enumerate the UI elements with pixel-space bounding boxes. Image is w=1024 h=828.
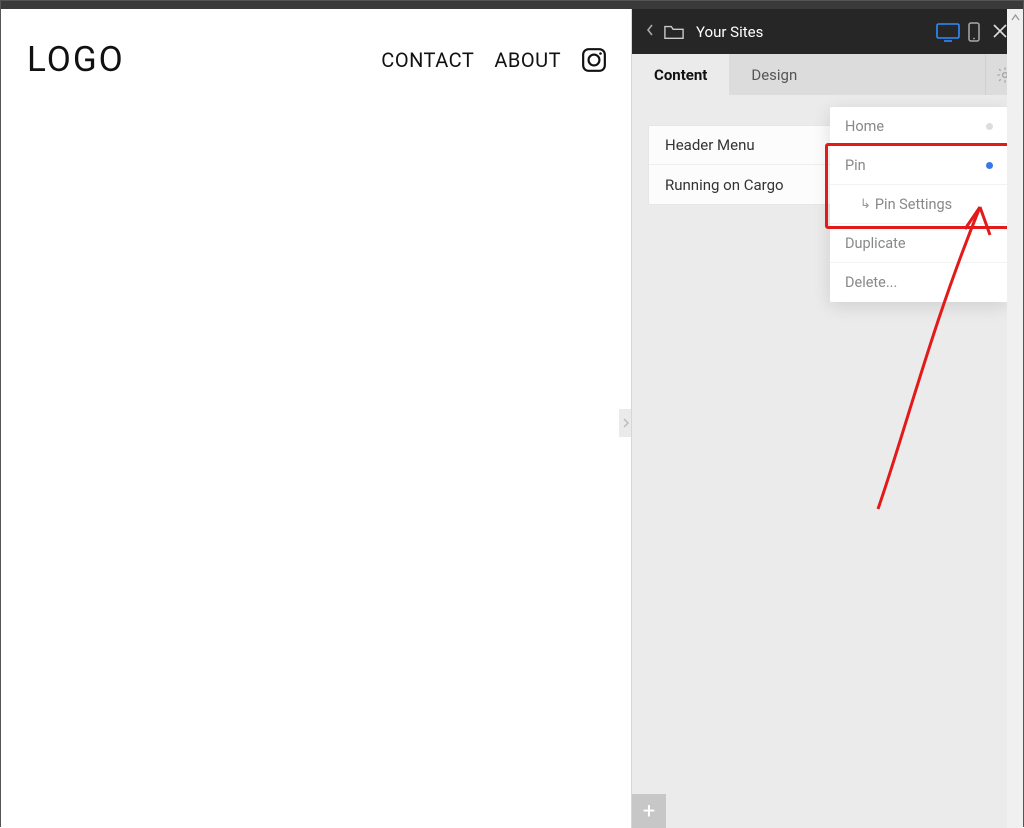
ctx-item-pin-settings[interactable]: ↳ Pin Settings xyxy=(830,185,1008,224)
admin-topbar: Your Sites xyxy=(632,9,1023,54)
ctx-label-delete: Delete... xyxy=(845,274,897,291)
tab-content[interactable]: Content xyxy=(632,54,729,95)
ctx-label-duplicate: Duplicate xyxy=(845,235,906,252)
scroll-up-icon[interactable] xyxy=(1007,9,1023,25)
site-header: LOGO CONTACT ABOUT xyxy=(1,9,633,80)
nav-link-about[interactable]: ABOUT xyxy=(494,48,561,72)
browser-tab-strip xyxy=(1,1,1023,9)
ctx-item-delete[interactable]: Delete... xyxy=(830,263,1008,302)
device-mobile-icon[interactable] xyxy=(967,22,981,42)
tab-design[interactable]: Design xyxy=(729,54,819,95)
site-logo[interactable]: LOGO xyxy=(27,39,125,80)
plus-icon: + xyxy=(643,799,655,824)
ctx-item-pin[interactable]: Pin xyxy=(830,146,1008,185)
ctx-label-pin: Pin xyxy=(845,157,866,174)
device-desktop-icon[interactable] xyxy=(935,22,961,42)
context-menu: Home Pin ↳ Pin Settings Duplicate Delete… xyxy=(830,107,1008,302)
ctx-item-duplicate[interactable]: Duplicate xyxy=(830,224,1008,263)
ctx-label-home: Home xyxy=(845,118,884,135)
admin-body: Header Menu Running on Cargo Home Pin ↳ … xyxy=(632,95,1023,221)
admin-panel: Your Sites Content Desig xyxy=(631,9,1023,828)
add-page-button[interactable]: + xyxy=(632,794,666,828)
breadcrumb-title[interactable]: Your Sites xyxy=(696,23,763,41)
folder-icon xyxy=(664,24,684,40)
status-dot-grey-icon xyxy=(986,123,993,130)
return-arrow-icon: ↳ xyxy=(860,197,871,212)
browser-scrollbar[interactable] xyxy=(1007,9,1023,828)
status-dot-blue-icon xyxy=(986,162,993,169)
ctx-item-home[interactable]: Home xyxy=(830,107,1008,146)
instagram-icon[interactable] xyxy=(581,47,607,73)
site-preview-canvas: LOGO CONTACT ABOUT xyxy=(1,9,633,828)
nav-link-contact[interactable]: CONTACT xyxy=(381,48,474,72)
ctx-label-pin-settings: Pin Settings xyxy=(875,196,952,213)
back-chevron-icon[interactable] xyxy=(644,24,656,40)
admin-tabs: Content Design xyxy=(632,54,1023,95)
